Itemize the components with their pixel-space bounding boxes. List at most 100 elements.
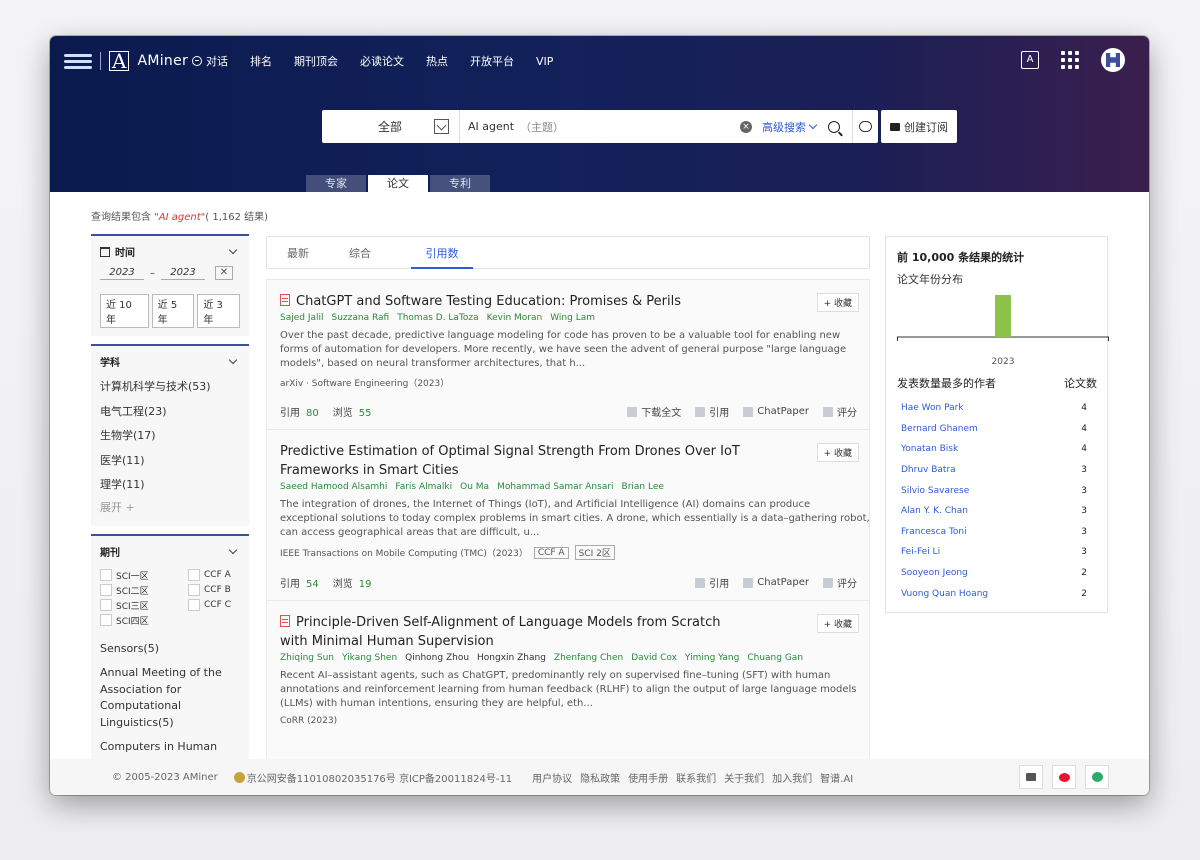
subject-item[interactable]: 生物学(17) xyxy=(100,424,240,449)
author-link[interactable]: Yikang Shen xyxy=(342,653,397,663)
subject-item[interactable]: 电气工程(23) xyxy=(100,400,240,425)
paper-title[interactable]: Predictive Estimation of Optimal Signal … xyxy=(280,442,750,480)
nav-item-must-read[interactable]: 必读论文 xyxy=(360,53,404,69)
icp-text[interactable]: 京公网安备11010802035176号 京ICP备20011824号-11 xyxy=(247,770,512,785)
cite-button[interactable]: 引用 xyxy=(695,404,729,419)
nav-item-open-platform[interactable]: 开放平台 xyxy=(470,53,514,69)
checkbox-sci-1[interactable]: SCI一区 xyxy=(100,569,188,582)
ai-chat-button[interactable] xyxy=(852,110,878,143)
top-author-name[interactable]: Hae Won Park xyxy=(901,403,964,413)
top-author-name[interactable]: Silvio Savarese xyxy=(901,486,969,496)
expand-subjects-button[interactable]: 展开 + xyxy=(100,498,240,518)
author-name[interactable]: Hongxin Zhang xyxy=(477,653,546,663)
top-author-name[interactable]: Dhruv Batra xyxy=(901,465,956,475)
top-author-name[interactable]: Sooyeon Jeong xyxy=(901,568,968,578)
top-author-name[interactable]: Fei-Fei Li xyxy=(901,547,940,557)
clear-search-icon[interactable]: × xyxy=(740,120,752,133)
subject-item[interactable]: 理学(11) xyxy=(100,473,240,498)
author-link[interactable]: Yiming Yang xyxy=(685,653,739,663)
author-link[interactable]: Zhenfang Chen xyxy=(554,653,623,663)
venue-item[interactable]: Sensors(5) xyxy=(100,641,240,658)
last-3-years-button[interactable]: 近 3 年 xyxy=(197,294,241,328)
wechat-button[interactable] xyxy=(1085,765,1109,789)
paper-title[interactable]: ChatGPT and Software Testing Education: … xyxy=(280,292,750,311)
chatpaper-button[interactable]: ChatPaper xyxy=(743,577,809,588)
nav-item-chat[interactable]: 对话 xyxy=(192,53,228,69)
author-link[interactable]: Mohammad Samar Ansari xyxy=(497,482,613,492)
year-from-input[interactable]: 2023 xyxy=(100,267,144,280)
last-5-years-button[interactable]: 近 5 年 xyxy=(151,294,195,328)
advanced-search-button[interactable]: 高级搜索 xyxy=(762,119,818,135)
favorite-button[interactable]: + 收藏 xyxy=(816,443,859,462)
paper-title[interactable]: Principle-Driven Self-Alignment of Langu… xyxy=(280,613,750,651)
sort-tab-relevance[interactable]: 综合 xyxy=(349,237,411,268)
top-author-name[interactable]: Vuong Quan Hoang xyxy=(901,589,988,599)
subject-item[interactable]: 医学(11) xyxy=(100,449,240,474)
author-link[interactable]: David Cox xyxy=(631,653,677,663)
author-name[interactable]: Qinhong Zhou xyxy=(405,653,469,663)
translate-icon[interactable]: A xyxy=(1021,51,1039,69)
author-link[interactable]: Thomas D. LaToza xyxy=(397,313,478,323)
top-author-name[interactable]: Alan Y. K. Chan xyxy=(901,506,968,516)
author-link[interactable]: Zhiqing Sun xyxy=(280,653,334,663)
author-link[interactable]: Kevin Moran xyxy=(487,313,543,323)
checkbox-ccf-a[interactable]: CCF A xyxy=(188,569,248,582)
journal-filter-header[interactable]: 期刊 xyxy=(100,544,240,559)
clear-year-button[interactable]: ✕ xyxy=(215,266,233,280)
download-button[interactable]: 下载全文 xyxy=(627,404,681,419)
footer-link[interactable]: 使用手册 xyxy=(628,770,668,785)
author-link[interactable]: Brian Lee xyxy=(622,482,664,492)
footer-link[interactable]: 隐私政策 xyxy=(580,770,620,785)
nav-item-journals[interactable]: 期刊顶会 xyxy=(294,53,338,69)
author-link[interactable]: Ou Ma xyxy=(460,482,489,492)
author-link[interactable]: Suzzana Rafi xyxy=(332,313,390,323)
sort-tab-latest[interactable]: 最新 xyxy=(287,237,349,268)
footer-link[interactable]: 用户协议 xyxy=(532,770,572,785)
search-icon[interactable] xyxy=(828,120,840,133)
top-author-name[interactable]: Bernard Ghanem xyxy=(901,424,978,434)
author-link[interactable]: Chuang Gan xyxy=(747,653,803,663)
favorite-button[interactable]: + 收藏 xyxy=(816,293,859,312)
checkbox-ccf-b[interactable]: CCF B xyxy=(188,584,248,597)
footer-link[interactable]: 联系我们 xyxy=(676,770,716,785)
footer-link[interactable]: 智谱.AI xyxy=(820,770,853,785)
rate-button[interactable]: 评分 xyxy=(823,575,857,590)
favorite-button[interactable]: + 收藏 xyxy=(816,614,859,633)
nav-item-rank[interactable]: 排名 xyxy=(250,53,272,69)
subject-item[interactable]: 计算机科学与技术(53) xyxy=(100,375,240,400)
avatar[interactable] xyxy=(1101,48,1125,72)
footer-link[interactable]: 加入我们 xyxy=(772,770,812,785)
weibo-button[interactable] xyxy=(1052,765,1076,789)
bar-2023[interactable] xyxy=(995,295,1011,337)
time-filter-header[interactable]: 时间 xyxy=(100,244,240,259)
author-link[interactable]: Saeed Hamood Alsamhi xyxy=(280,482,387,492)
cite-button[interactable]: 引用 xyxy=(695,575,729,590)
author-link[interactable]: Sajed Jalil xyxy=(280,313,324,323)
top-author-name[interactable]: Francesca Toni xyxy=(901,527,967,537)
venue-item[interactable]: Annual Meeting of the Association for Co… xyxy=(100,665,240,731)
top-author-name[interactable]: Yonatan Bisk xyxy=(901,444,958,454)
tab-papers[interactable]: 论文 xyxy=(368,175,428,192)
author-link[interactable]: Wing Lam xyxy=(550,313,595,323)
create-subscription-button[interactable]: 创建订阅 xyxy=(881,110,957,143)
checkbox-sci-2[interactable]: SCI二区 xyxy=(100,584,188,597)
checkbox-sci-3[interactable]: SCI三区 xyxy=(100,599,188,612)
rate-button[interactable]: 评分 xyxy=(823,404,857,419)
last-10-years-button[interactable]: 近 10 年 xyxy=(100,294,149,328)
nav-item-vip[interactable]: VIP xyxy=(536,55,553,68)
year-to-input[interactable]: 2023 xyxy=(161,267,205,280)
search-scope-select[interactable]: 全部 xyxy=(322,110,460,143)
author-link[interactable]: Faris Almalki xyxy=(395,482,452,492)
tab-patents[interactable]: 专利 xyxy=(430,175,490,192)
footer-link[interactable]: 关于我们 xyxy=(724,770,764,785)
tab-experts[interactable]: 专家 xyxy=(306,175,366,192)
chatpaper-button[interactable]: ChatPaper xyxy=(743,406,809,417)
subject-filter-header[interactable]: 学科 xyxy=(100,354,240,369)
checkbox-ccf-c[interactable]: CCF C xyxy=(188,599,248,612)
apps-grid-icon[interactable] xyxy=(1061,51,1079,69)
search-input[interactable]: AI agent （主题） xyxy=(460,119,740,135)
sort-tab-citations[interactable]: 引用数 xyxy=(411,237,473,269)
email-button[interactable] xyxy=(1019,765,1043,789)
checkbox-sci-4[interactable]: SCI四区 xyxy=(100,614,188,627)
nav-item-hot[interactable]: 热点 xyxy=(426,53,448,69)
